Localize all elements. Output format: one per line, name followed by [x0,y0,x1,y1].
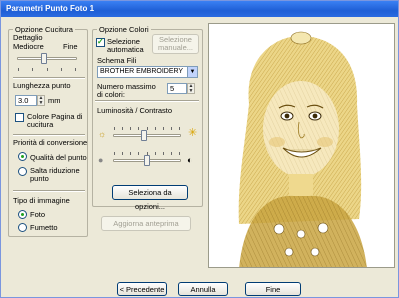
numero-colori-spinner[interactable]: ▲ ▼ [187,83,195,94]
priorita-qualita-radio[interactable] [18,152,27,161]
tipo-fumetto-label: Fumetto [30,223,58,232]
schema-fili-value: BROTHER EMBROIDERY [100,68,184,75]
priorita-salta-label: Salta riduzione punto [30,166,80,183]
spin-down-icon[interactable]: ▼ [188,88,194,94]
fine-button[interactable]: Fine [245,282,301,296]
selezione-automatica-checkbox[interactable] [96,37,105,47]
tipo-immagine-label: Tipo di immagine [13,196,70,205]
contrast-ticks [114,152,180,155]
spin-down-icon[interactable]: ▼ [38,100,44,106]
aggiorna-anteprima-button[interactable]: Aggiorna anteprima [101,216,191,231]
priorita-qualita-label: Qualità del punto [30,153,87,162]
sun-large-icon: ✳ [188,127,198,139]
seleziona-opzioni-button[interactable]: Seleziona da opzioni... [112,185,188,211]
numero-colori-input[interactable]: 5 [167,83,187,94]
numero-colori-label: Numero massimo di colori: [97,82,156,99]
colori-legend: Opzione Colori [99,25,149,34]
tipo-foto-label: Foto [30,210,46,219]
annulla-button[interactable]: Annulla [178,282,228,296]
schema-fili-select[interactable]: BROTHER EMBROIDERY ▼ [97,66,198,78]
priorita-salta-radio[interactable] [18,167,27,176]
separator [13,190,85,192]
dettaglio-ticks [18,68,76,71]
luminosita-label: Luminosità / Contrasto [97,106,173,115]
half-circle-icon: ◐ [187,155,193,165]
separator [95,100,199,102]
dialog-window: Parametri Punto Foto 1 Opzione Cucitura … [0,0,399,298]
lunghezza-unit: mm [48,96,61,105]
selezione-manuale-button[interactable]: Selezione manuale... [152,34,199,54]
brightness-slider-track [113,134,181,137]
fine-detail-label: Fine [63,42,78,51]
brightness-slider-thumb[interactable] [140,130,147,141]
sun-small-icon: ☼ [98,129,107,139]
photo-preview [208,23,395,268]
lunghezza-input[interactable]: 3.0 [15,95,37,106]
lunghezza-label: Lunghezza punto [13,81,71,90]
window-title: Parametri Punto Foto 1 [1,1,398,17]
priorita-label: Priorità di conversione [13,138,88,147]
mediocre-label: Mediocre [13,42,44,51]
separator [13,134,85,136]
brightness-ticks [114,127,180,130]
lunghezza-spinner[interactable]: ▲ ▼ [37,95,45,106]
colore-pagina-label: Colore Pagina di cucitura [27,112,83,129]
schema-fili-label: Schema Fili [97,56,137,65]
dettaglio-label: Dettaglio [13,33,43,42]
tipo-fumetto-radio[interactable] [18,223,27,232]
selezione-automatica-label: Selezione automatica [107,37,144,54]
contrast-slider-thumb[interactable] [144,155,150,166]
circle-gray-icon: ● [98,155,104,165]
precedente-button[interactable]: < Precedente [117,282,167,296]
chevron-down-icon[interactable]: ▼ [187,67,197,77]
tipo-foto-radio[interactable] [18,210,27,219]
separator [13,77,85,79]
dettaglio-slider-thumb[interactable] [41,53,48,64]
stitched-portrait-image [238,31,367,267]
colore-pagina-checkbox[interactable] [15,113,24,122]
